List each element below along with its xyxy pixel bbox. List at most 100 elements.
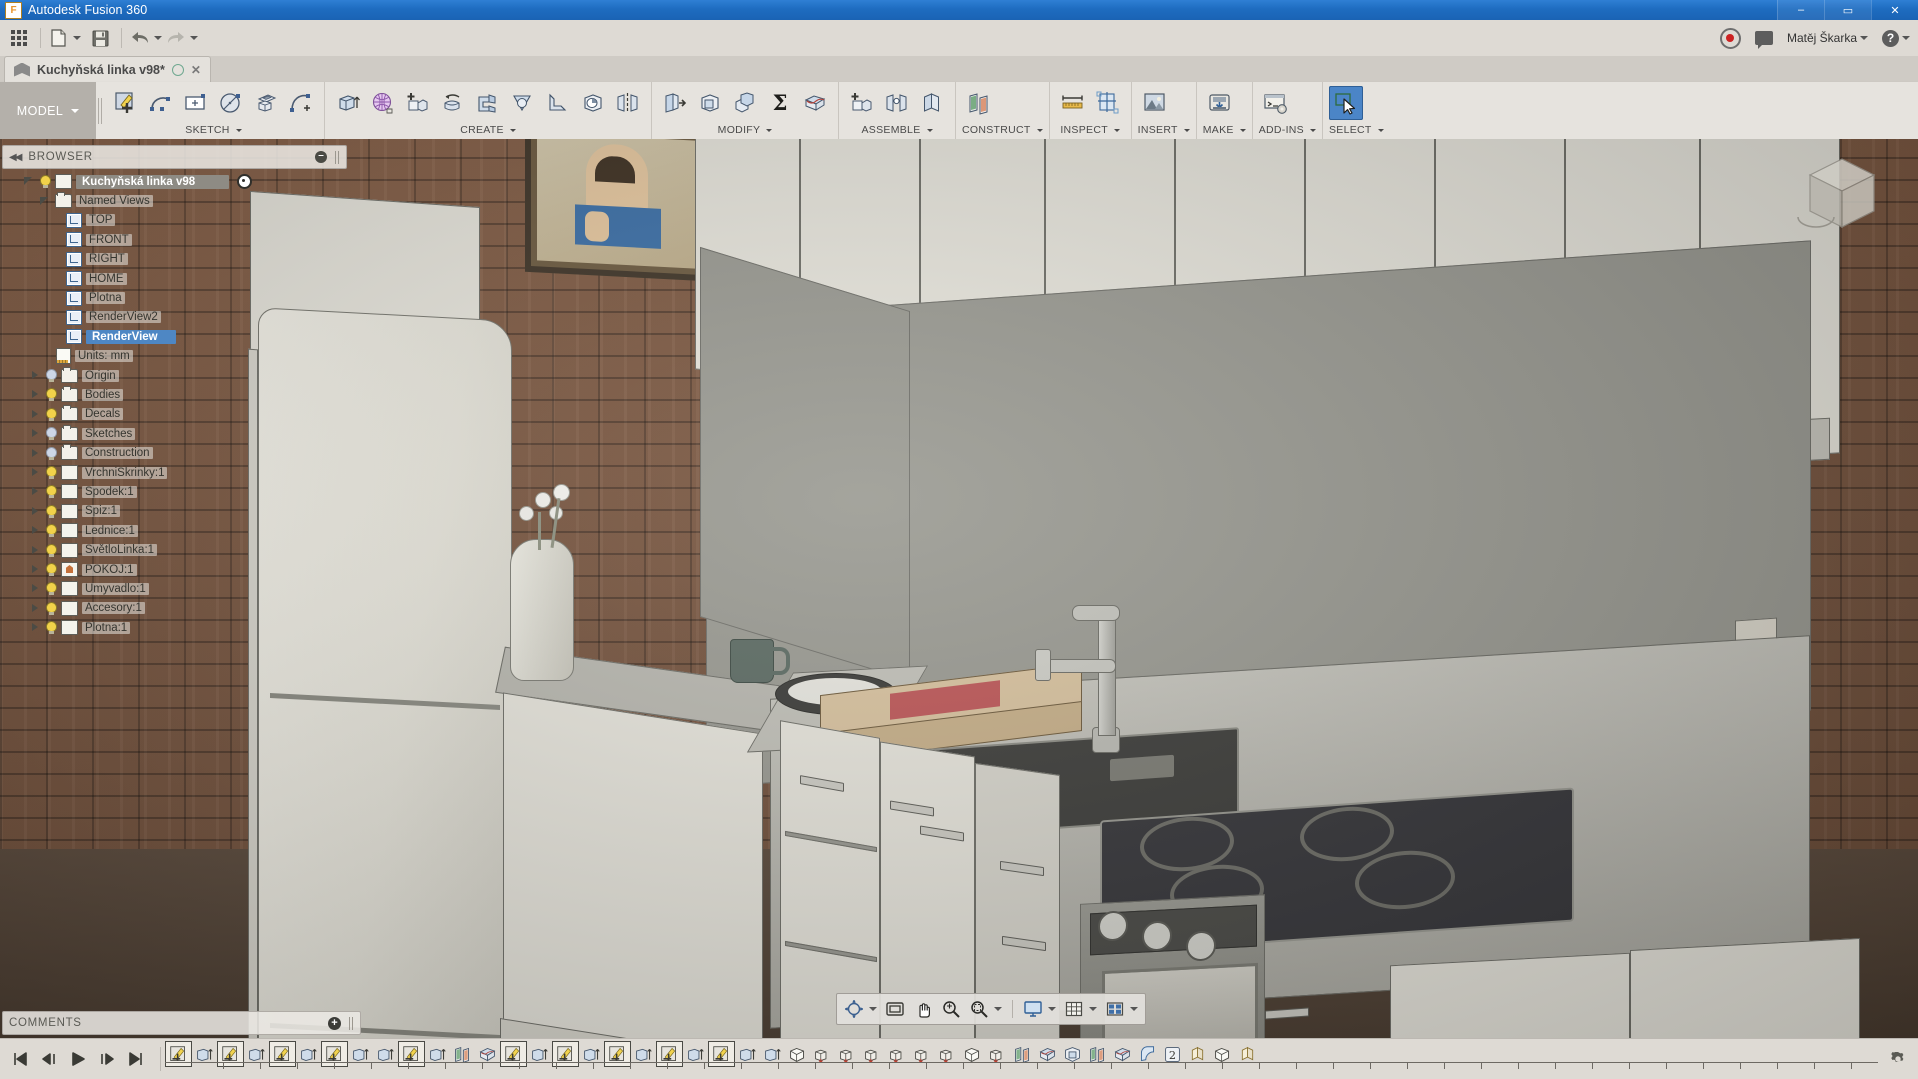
tree-item-home[interactable]: HOME: [2, 269, 347, 288]
tree-item-sketches[interactable]: Sketches: [2, 424, 347, 443]
save-button[interactable]: [83, 23, 117, 53]
visibility-toggle-icon[interactable]: [45, 466, 57, 480]
select-cursor-icon[interactable]: [1329, 86, 1363, 120]
visibility-toggle-icon[interactable]: [45, 524, 57, 538]
help-menu[interactable]: ?: [1882, 29, 1910, 47]
maximize-button[interactable]: ▭: [1824, 0, 1871, 20]
tree-item-origin[interactable]: Origin: [2, 366, 347, 385]
expand-icon[interactable]: [30, 525, 41, 536]
visibility-toggle-icon[interactable]: [45, 369, 57, 383]
create-group-label[interactable]: CREATE: [331, 124, 645, 137]
tree-item-vrchniskrinky-1[interactable]: VrchniSkrinky:1: [2, 463, 347, 482]
tree-item-decals[interactable]: Decals: [2, 405, 347, 424]
comments-resize-grip[interactable]: [349, 1016, 354, 1030]
visibility-toggle-icon[interactable]: [45, 485, 57, 499]
close-button[interactable]: ✕: [1871, 0, 1918, 20]
tree-item-spiz-1[interactable]: Spiz:1: [2, 502, 347, 521]
tree-item-umyvadlo-1[interactable]: Umyvadlo:1: [2, 579, 347, 598]
expand-icon[interactable]: [30, 467, 41, 478]
step-back-button[interactable]: [41, 1051, 57, 1067]
tree-item-sv-tlolinka-1[interactable]: SvětloLinka:1: [2, 540, 347, 559]
offset-plane-icon[interactable]: [962, 86, 996, 120]
hole-icon[interactable]: [576, 86, 610, 120]
tree-item-accesory-1[interactable]: Accesory:1: [2, 599, 347, 618]
go-to-beginning-button[interactable]: [12, 1051, 28, 1067]
measure-icon[interactable]: [1056, 86, 1090, 120]
mesh-sphere-icon[interactable]: [366, 86, 400, 120]
shell-icon[interactable]: [693, 86, 727, 120]
expand-icon[interactable]: [30, 603, 41, 614]
tree-root-row[interactable]: Kuchyňská linka v98: [2, 172, 347, 191]
3d-viewport[interactable]: ◀◀ BROWSER – Kuchyňská linka v98 Named V…: [0, 139, 1918, 1039]
file-menu-button[interactable]: [47, 23, 81, 53]
circle-icon[interactable]: [214, 86, 248, 120]
make-group-label[interactable]: MAKE: [1203, 124, 1246, 137]
document-close-icon[interactable]: ✕: [191, 63, 201, 77]
record-button[interactable]: [1719, 27, 1741, 49]
mirror-icon[interactable]: [611, 86, 645, 120]
loft-icon[interactable]: [506, 86, 540, 120]
orbit-button[interactable]: [841, 996, 880, 1022]
visibility-toggle-icon[interactable]: [45, 504, 57, 518]
revolve-icon[interactable]: [436, 86, 470, 120]
viewports-chevron-down-icon[interactable]: [1130, 1007, 1138, 1011]
user-menu[interactable]: Matěj Škarka: [1787, 31, 1868, 45]
rectangle-icon[interactable]: [179, 86, 213, 120]
named-views-expand-icon[interactable]: [40, 196, 51, 207]
grid-snaps-button[interactable]: [1061, 996, 1100, 1022]
3d-print-icon[interactable]: [1203, 86, 1237, 120]
display-chevron-down-icon[interactable]: [1048, 1007, 1056, 1011]
fit-chevron-down-icon[interactable]: [994, 1007, 1002, 1011]
assemble-group-label[interactable]: ASSEMBLE: [845, 124, 949, 137]
browser-resize-grip[interactable]: [335, 150, 340, 164]
pan-button[interactable]: [910, 996, 936, 1022]
tree-item-plotna[interactable]: Plotna: [2, 288, 347, 307]
timeline-settings-button[interactable]: [1878, 1050, 1918, 1068]
tree-item-right[interactable]: RIGHT: [2, 250, 347, 269]
visibility-toggle-icon[interactable]: [45, 543, 57, 557]
viewcube[interactable]: [1790, 147, 1894, 239]
display-settings-button[interactable]: [1020, 996, 1059, 1022]
insert-image-icon[interactable]: [1138, 86, 1172, 120]
split-face-icon[interactable]: [798, 86, 832, 120]
minimize-button[interactable]: –: [1777, 0, 1824, 20]
browser-collapse-icon[interactable]: –: [315, 151, 327, 163]
change-parameters-icon[interactable]: Σ: [763, 86, 797, 120]
addins-group-label[interactable]: ADD-INS: [1259, 124, 1316, 137]
browser-header[interactable]: ◀◀ BROWSER –: [2, 145, 347, 169]
comments-add-icon[interactable]: +: [328, 1016, 341, 1030]
expand-icon[interactable]: [30, 622, 41, 633]
visibility-toggle-icon[interactable]: [45, 427, 57, 441]
press-pull-icon[interactable]: [658, 86, 692, 120]
undo-button[interactable]: [128, 23, 162, 53]
visibility-toggle-icon[interactable]: [45, 621, 57, 635]
workspace-selector[interactable]: MODEL: [0, 82, 96, 139]
expand-icon[interactable]: [30, 564, 41, 575]
grid-chevron-down-icon[interactable]: [1089, 1007, 1097, 1011]
visibility-toggle-icon[interactable]: [45, 601, 57, 615]
expand-icon[interactable]: [30, 409, 41, 420]
new-component-icon[interactable]: [401, 86, 435, 120]
fit-button[interactable]: [966, 996, 1005, 1022]
visibility-toggle-icon[interactable]: [45, 582, 57, 596]
orbit-chevron-down-icon[interactable]: [869, 1007, 877, 1011]
tree-item-bodies[interactable]: Bodies: [2, 385, 347, 404]
expand-icon[interactable]: [30, 428, 41, 439]
tree-item-renderview2[interactable]: RenderView2: [2, 308, 347, 327]
tree-named-views-row[interactable]: Named Views: [2, 191, 347, 210]
create-sketch-icon[interactable]: [109, 86, 143, 120]
play-button[interactable]: [70, 1051, 86, 1067]
expand-icon[interactable]: [30, 583, 41, 594]
sweep-icon[interactable]: [471, 86, 505, 120]
modify-group-label[interactable]: MODIFY: [658, 124, 832, 137]
viewports-button[interactable]: [1102, 996, 1141, 1022]
comments-panel[interactable]: COMMENTS +: [2, 1011, 361, 1035]
expand-icon[interactable]: [30, 448, 41, 459]
construct-group-label[interactable]: CONSTRUCT: [962, 124, 1043, 137]
expand-icon[interactable]: [30, 506, 41, 517]
expand-icon[interactable]: [30, 486, 41, 497]
arc-point-icon[interactable]: [284, 86, 318, 120]
visibility-toggle-icon[interactable]: [45, 388, 57, 402]
visibility-toggle-icon[interactable]: [45, 446, 57, 460]
tree-item-pokoj-1[interactable]: POKOJ:1: [2, 560, 347, 579]
